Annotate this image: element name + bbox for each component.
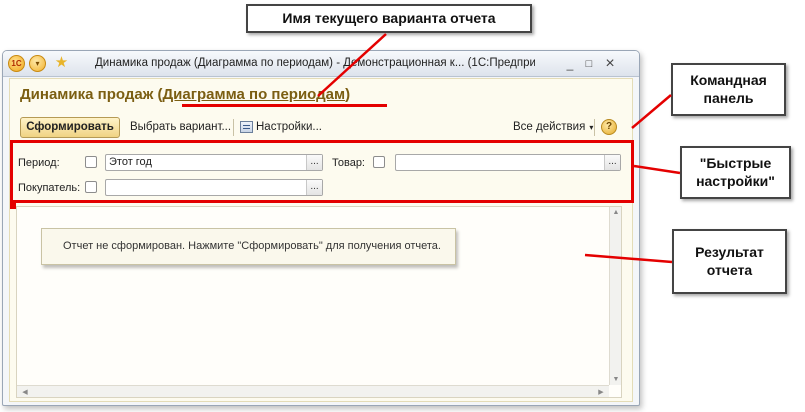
annotation-arrows [317,33,681,264]
arrow-to-variant-name [317,33,387,97]
arrow-to-command-panel [631,94,672,129]
arrow-to-report-result [584,253,673,264]
arrow-to-quick-settings [633,164,681,175]
